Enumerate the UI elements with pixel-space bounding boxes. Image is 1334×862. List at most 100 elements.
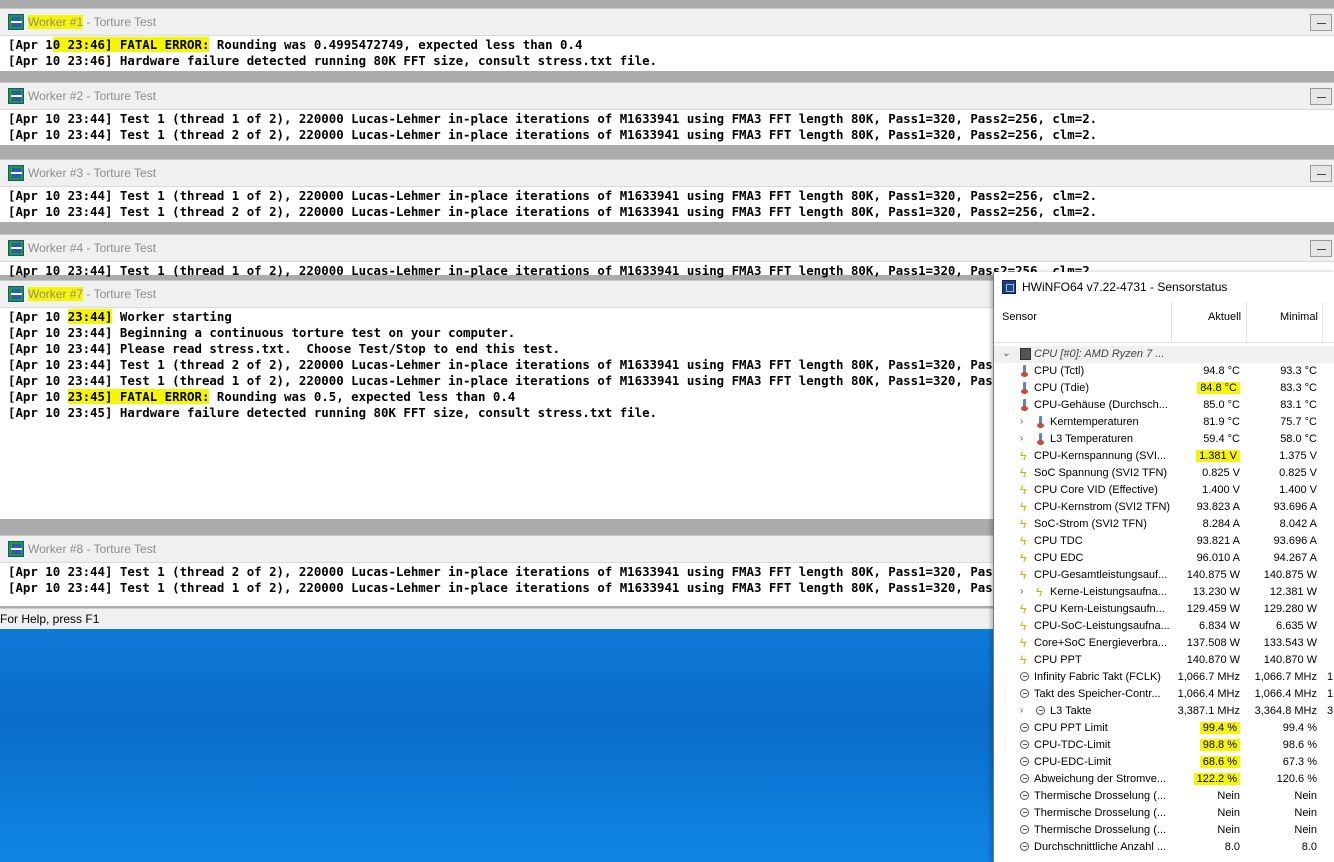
sensor-row[interactable]: ϟ CPU Core VID (Effective) 1.400 V 1.400 V [994, 482, 1334, 499]
sensor-min-value: 99.4 % [1282, 722, 1317, 734]
sensor-min-value: 1.400 V [1279, 484, 1317, 496]
sensor-min-value: 75.7 °C [1280, 416, 1317, 428]
sensor-current-value: 94.8 °C [1203, 365, 1240, 377]
log-line: [Apr 10 23:44] Test 1 (thread 2 of 2), 2… [8, 204, 1098, 219]
sensor-min-value: 98.6 % [1282, 739, 1317, 751]
sensor-min-value: 93.3 °C [1280, 365, 1317, 377]
worker-window[interactable]: Worker #1 - Torture Test [Apr 10 23:46] F… [0, 8, 1334, 71]
sensor-row[interactable]: Durchschnittliche Anzahl ... 8.0 8.0 [994, 839, 1334, 856]
sensor-row[interactable]: CPU-Gehäuse (Durchsch... 85.0 °C 83.1 °C [994, 397, 1334, 414]
log-line: [Apr 10 23:45] FATAL ERROR: Rounding was… [8, 389, 516, 404]
prime95-icon [8, 14, 24, 30]
sensor-min-value: 3,364.8 MHz [1254, 705, 1317, 717]
expand-chevron-icon[interactable]: › [1020, 433, 1030, 444]
lightning-icon: ϟ [1020, 500, 1027, 514]
sensor-row[interactable]: ϟ CPU Kern-Leistungsaufn... 129.459 W 129.2… [994, 601, 1334, 618]
sensor-row[interactable]: Thermische Drosselung (... Nein Nein [994, 805, 1334, 822]
expand-chevron-icon[interactable]: › [1020, 586, 1030, 597]
hwinfo-titlebar[interactable]: HWiNFO64 v7.22-4731 - Sensorstatus [994, 272, 1334, 302]
sensor-row[interactable]: CPU (Tdie) 84.8 °C 83.3 °C [994, 380, 1334, 397]
log-line: [Apr 10 23:46] FATAL ERROR: Rounding was… [8, 37, 583, 52]
sensor-min-value: Nein [1294, 807, 1317, 819]
sensor-name: CPU-Gehäuse (Durchsch... [1034, 399, 1168, 411]
sensor-current-value: 81.9 °C [1203, 416, 1240, 428]
sensor-row[interactable]: › ϟ Kerne-Leistungsaufna... 13.230 W 12.381 … [994, 584, 1334, 601]
worker-titlebar[interactable]: Worker #1 - Torture Test [0, 9, 1334, 36]
sensor-name: L3 Temperaturen [1050, 433, 1133, 445]
minimize-button[interactable] [1310, 88, 1332, 105]
log-line: [Apr 10 23:44] Test 1 (thread 2 of 2), 2… [8, 564, 1098, 579]
worker-title: Worker #4 - Torture Test [28, 241, 157, 255]
sensor-row[interactable]: ϟ SoC-Strom (SVI2 TFN) 8.284 A 8.042 A [994, 516, 1334, 533]
sensor-name: CPU-EDC-Limit [1034, 756, 1111, 768]
worker-titlebar[interactable]: Worker #4 - Torture Test [0, 235, 1334, 262]
sensor-row[interactable]: ϟ CPU-SoC-Leistungsaufna... 6.834 W 6.635 W [994, 618, 1334, 635]
hwinfo-window[interactable]: HWiNFO64 v7.22-4731 - Sensorstatus Senso… [993, 272, 1334, 862]
clock-icon [1020, 689, 1029, 698]
col-min-header[interactable]: Minimal [1280, 311, 1318, 323]
expand-chevron-icon[interactable]: › [1020, 705, 1030, 716]
sensor-current-value: 6.834 W [1199, 620, 1240, 632]
sensor-row[interactable]: ϟ CPU PPT 140.870 W 140.870 W [994, 652, 1334, 669]
sensor-row[interactable]: › L3 Takte 3,387.1 MHz 3,364.8 MHz 3 [994, 703, 1334, 720]
sensor-current-value: 122.2 % [1172, 773, 1240, 785]
sensor-row[interactable]: ϟ CPU-Kernspannung (SVI... 1.381 V 1.375 V [994, 448, 1334, 465]
expand-chevron-icon[interactable]: › [1020, 416, 1030, 427]
sensor-row[interactable]: › Kerntemperaturen 81.9 °C 75.7 °C [994, 414, 1334, 431]
sensor-row[interactable]: CPU-EDC-Limit 68.6 % 67.3 % [994, 754, 1334, 771]
clock-icon [1020, 672, 1029, 681]
sensor-min-value: 58.0 °C [1280, 433, 1317, 445]
lightning-icon: ϟ [1020, 534, 1027, 548]
sensor-current-value: 1,066.4 MHz [1177, 688, 1240, 700]
worker-titlebar[interactable]: Worker #3 - Torture Test [0, 160, 1334, 187]
thermometer-icon [1020, 399, 1031, 411]
worker-window[interactable]: Worker #3 - Torture Test [Apr 10 23:44] T… [0, 159, 1334, 222]
sensor-row[interactable]: ⌄ CPU [#0]: AMD Ryzen 7 ... [994, 346, 1334, 363]
sensor-min-value: 93.696 A [1273, 535, 1317, 547]
sensor-row[interactable]: ϟ Core+SoC Energieverbra... 137.508 W 133.5… [994, 635, 1334, 652]
minimize-button[interactable] [1310, 165, 1332, 182]
sensor-row[interactable]: Takt des Speicher-Contr... 1,066.4 MHz 1,0… [994, 686, 1334, 703]
log-line: [Apr 10 23:44] Test 1 (thread 1 of 2), 2… [8, 263, 1098, 278]
sensor-row[interactable]: Thermische Drosselung (... Nein Nein [994, 788, 1334, 805]
sensor-row[interactable]: Abweichung der Stromve... 122.2 % 120.6 % [994, 771, 1334, 788]
sensor-row[interactable]: › L3 Temperaturen 59.4 °C 58.0 °C [994, 431, 1334, 448]
sensor-max-value: 3 [1327, 705, 1334, 717]
collapse-chevron-icon[interactable]: ⌄ [1002, 348, 1012, 359]
sensor-min-value: 140.875 W [1263, 569, 1317, 581]
sensor-row[interactable]: Thermische Drosselung (... Nein Nein [994, 822, 1334, 839]
sensor-min-value: 8.0 [1301, 841, 1317, 853]
worker-window[interactable]: Worker #4 - Torture Test [Apr 10 23:44] T… [0, 234, 1334, 278]
sensor-name: CPU (Tctl) [1034, 365, 1085, 377]
worker-window[interactable]: Worker #2 - Torture Test [Apr 10 23:44] T… [0, 82, 1334, 145]
sensor-current-value: 59.4 °C [1203, 433, 1240, 445]
sensor-min-value: 129.280 W [1263, 603, 1317, 615]
worker-titlebar[interactable]: Worker #2 - Torture Test [0, 83, 1334, 110]
sensor-current-value: 129.459 W [1186, 603, 1240, 615]
sensor-name: CPU-TDC-Limit [1034, 739, 1111, 751]
sensor-row[interactable]: ϟ CPU EDC 96.010 A 94.267 A [994, 550, 1334, 567]
prime95-icon [8, 286, 24, 302]
sensor-name: CPU [#0]: AMD Ryzen 7 ... [1034, 348, 1165, 360]
lightning-icon: ϟ [1020, 517, 1027, 531]
sensor-row[interactable]: ϟ SoC Spannung (SVI2 TFN) 0.825 V 0.825 V [994, 465, 1334, 482]
sensor-min-value: 6.635 W [1276, 620, 1317, 632]
col-current-header[interactable]: Aktuell [1208, 311, 1241, 323]
sensor-min-value: 93.696 A [1273, 501, 1317, 513]
sensor-row[interactable]: CPU PPT Limit 99.4 % 99.4 % [994, 720, 1334, 737]
sensor-current-value: 3,387.1 MHz [1177, 705, 1240, 717]
sensor-row[interactable]: ϟ CPU-Kernstrom (SVI2 TFN) 93.823 A 93.696 … [994, 499, 1334, 516]
minimize-button[interactable] [1310, 14, 1332, 31]
minimize-button[interactable] [1310, 240, 1332, 257]
sensor-row[interactable]: ϟ CPU TDC 93.821 A 93.696 A [994, 533, 1334, 550]
sensor-name: Infinity Fabric Takt (FCLK) [1034, 671, 1161, 683]
thermometer-icon [1020, 382, 1031, 394]
sensor-row[interactable]: CPU-TDC-Limit 98.8 % 98.6 % [994, 737, 1334, 754]
sensor-min-value: Nein [1294, 824, 1317, 836]
log-line: [Apr 10 23:44] Test 1 (thread 1 of 2), 2… [8, 188, 1098, 203]
sensor-row[interactable]: Infinity Fabric Takt (FCLK) 1,066.7 MHz 1,… [994, 669, 1334, 686]
col-sensor-header[interactable]: Sensor [1002, 311, 1037, 323]
sensor-row[interactable]: ϟ CPU-Gesamtleistungsauf... 140.875 W 140.8… [994, 567, 1334, 584]
sensor-name: CPU Kern-Leistungsaufn... [1034, 603, 1165, 615]
sensor-row[interactable]: CPU (Tctl) 94.8 °C 93.3 °C [994, 363, 1334, 380]
